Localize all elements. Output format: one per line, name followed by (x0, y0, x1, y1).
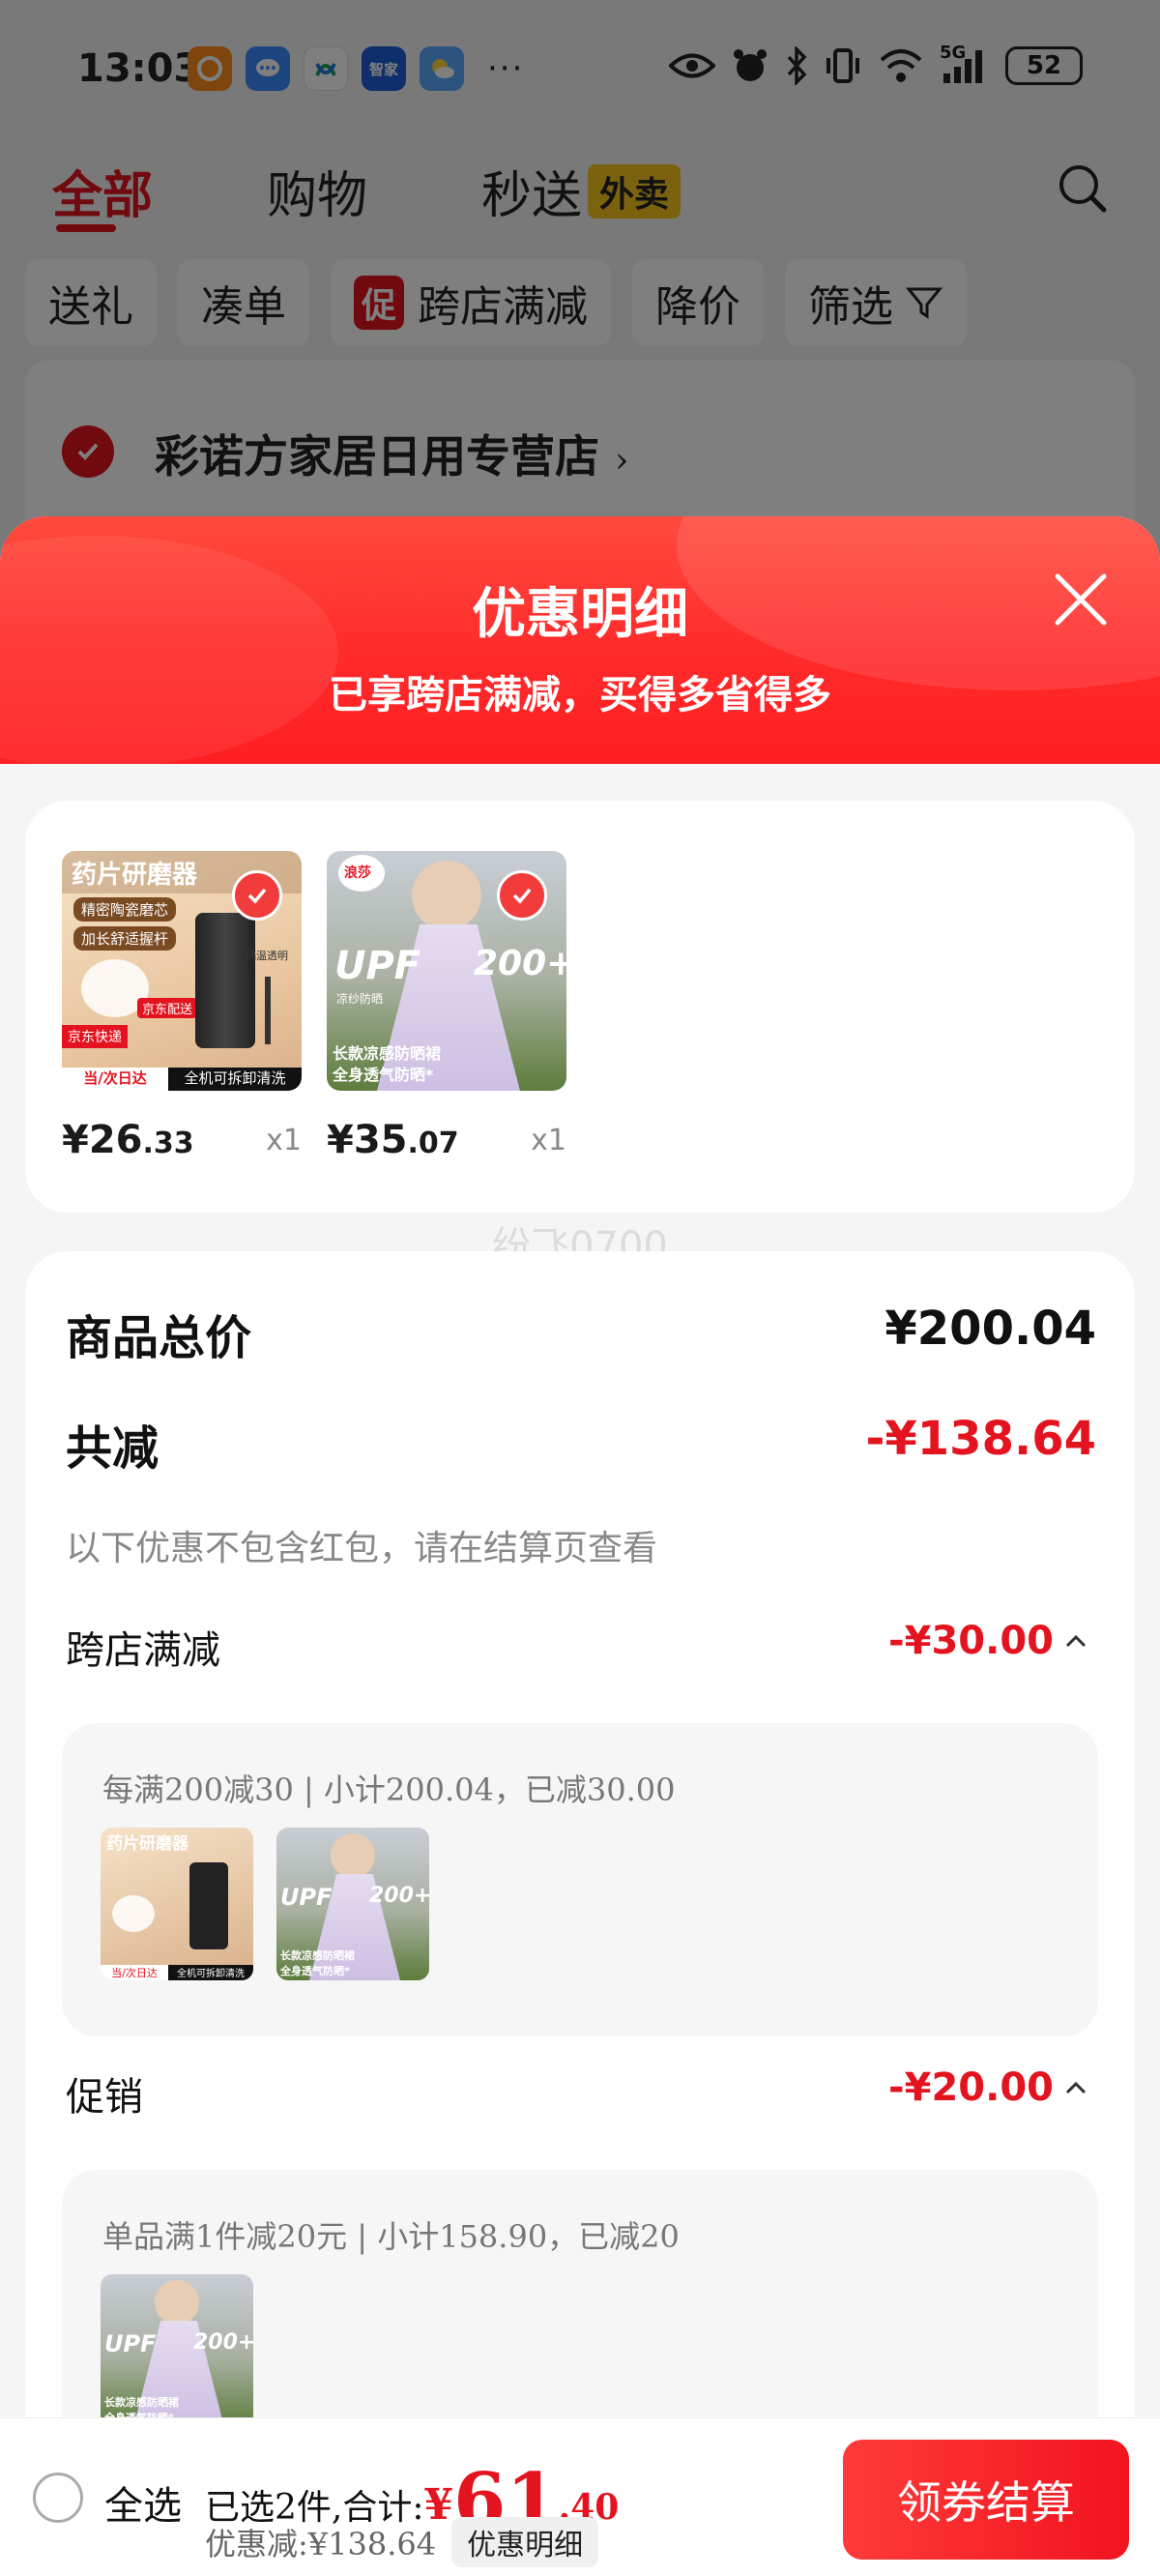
item-checked-icon[interactable] (232, 870, 282, 921)
brand-logo-text: 浪莎 (344, 865, 371, 881)
select-all-label[interactable]: 全选 (104, 2474, 182, 2531)
promotion-amount: -¥20.00 (888, 2065, 1054, 2110)
goods-price-int: ¥26 (62, 1118, 143, 1162)
upf-label: UPF (280, 1884, 333, 1911)
product-image-stamp: 京东配送 (137, 998, 198, 1018)
discount-summary: 优惠减:¥138.64 优惠明细 (205, 2517, 599, 2567)
mini-product-dress: UPF 200+ 长款凉感防晒裙 全身透气防晒* (276, 1828, 429, 1980)
modal-overlay[interactable] (0, 0, 1160, 580)
goods-quantity: x1 (266, 1124, 302, 1157)
item-checked-icon[interactable] (497, 870, 547, 921)
upf-value: 200+ (369, 1884, 429, 1908)
goods-price-dec: .07 (407, 1127, 459, 1160)
goods-price: ¥35.07 (327, 1118, 459, 1162)
product-image-footer: 全机可拆卸清洗 (168, 1068, 302, 1091)
discount-rule-text: 每满200减30 | 小计200.04，已减30.00 (102, 1771, 676, 1808)
mini-image-title: 药片研磨器 (106, 1834, 188, 1854)
product-image-grinder[interactable]: 药片研磨器 精密陶瓷磨芯 加长舒适握杆 京东配送 隔温透明 京东快递 当/次日达… (62, 851, 302, 1091)
cross-store-discount-title: 跨店满减 (66, 1628, 220, 1673)
total-price-value: ¥200.04 (884, 1302, 1096, 1356)
product-image-footer: 全机可拆卸清洗 (168, 1965, 253, 1980)
promotion-rule-text: 单品满1件减20元 | 小计158.90，已减20 (102, 2218, 680, 2255)
checkout-button[interactable]: 领券结算 (843, 2440, 1129, 2560)
upf-label: UPF (334, 944, 421, 988)
reduction-note: 以下优惠不包含红包，请在结算页查看 (66, 1529, 658, 1568)
product-image-footer: 全身透气防晒* (333, 1066, 434, 1084)
product-image-footer: 长款凉感防晒裙 (280, 1949, 355, 1962)
upf-value: 200+ (193, 2330, 253, 2355)
cross-store-discount-detail: 每满200减30 | 小计200.04，已减30.00 药片研磨器 当/次日达 … (62, 1723, 1098, 2036)
product-image-caption: 凉纱防晒 (336, 992, 384, 1006)
grinder-graphic (189, 1862, 228, 1949)
product-image-footer: 长款凉感防晒裙 (104, 2396, 179, 2409)
model-head (331, 1833, 375, 1878)
grinder-graphic (195, 913, 255, 1048)
cross-store-discount-amount: -¥30.00 (888, 1619, 1054, 1663)
cross-store-discount-toggle[interactable]: -¥30.00 (888, 1619, 1088, 1663)
product-image-caption: 加长舒适握杆 (73, 926, 177, 951)
upf-label: UPF (104, 2330, 157, 2357)
sheet-header: 优惠明细 已享跨店满减，买得多省得多 (0, 516, 1160, 764)
jd-express-badge: 京东快递 (62, 1025, 128, 1048)
delivery-badge: 当/次日达 (101, 1965, 168, 1980)
product-image-dress[interactable]: 浪莎 UPF 200+ 凉纱防晒 长款凉感防晒裙 全身透气防晒* (327, 851, 566, 1091)
goods-item[interactable]: 药片研磨器 精密陶瓷磨芯 加长舒适握杆 京东配送 隔温透明 京东快递 当/次日达… (62, 851, 302, 1162)
discount-detail-sheet: 优惠明细 已享跨店满减，买得多省得多 药片研磨器 精密陶瓷磨芯 加长舒适握杆 京… (0, 516, 1160, 2576)
promotion-title: 促销 (66, 2075, 143, 2120)
price-detail-card: 商品总价 ¥200.04 共减 -¥138.64 以下优惠不包含红包，请在结算页… (25, 1251, 1135, 2576)
model-head (155, 2280, 199, 2325)
selected-goods-card: 药片研磨器 精密陶瓷磨芯 加长舒适握杆 京东配送 隔温透明 京东快递 当/次日达… (25, 801, 1135, 1213)
sheet-subtitle: 已享跨店满减，买得多省得多 (329, 672, 831, 717)
total-reduction-value: -¥138.64 (865, 1412, 1096, 1466)
product-image-tag: 隔温透明 (246, 950, 288, 962)
chevron-up-icon (1065, 2081, 1087, 2094)
discount-amount-text: 优惠减:¥138.64 (205, 2526, 437, 2562)
mini-product-grinder: 药片研磨器 当/次日达 全机可拆卸清洗 (101, 1828, 253, 1980)
delivery-badge: 当/次日达 (62, 1068, 168, 1091)
goods-item[interactable]: 浪莎 UPF 200+ 凉纱防晒 长款凉感防晒裙 全身透气防晒* ¥35.07 … (327, 851, 566, 1162)
product-image-footer: 长款凉感防晒裙 (333, 1044, 442, 1063)
product-image-title: 药片研磨器 (72, 861, 198, 890)
close-icon[interactable] (1050, 569, 1112, 630)
stick-graphic (265, 977, 271, 1044)
model-head (412, 861, 481, 930)
total-price-label: 商品总价 (66, 1311, 252, 1365)
select-all-checkbox[interactable] (33, 2473, 83, 2523)
product-image-footer: 全身透气防晒* (280, 1965, 350, 1977)
pill-graphic (112, 1895, 155, 1932)
goods-price-int: ¥35 (327, 1118, 408, 1162)
promotion-toggle[interactable]: -¥20.00 (888, 2065, 1088, 2110)
sheet-title: 优惠明细 (472, 582, 688, 646)
chevron-up-icon (1065, 1634, 1087, 1648)
goods-price: ¥26.33 (62, 1118, 194, 1162)
total-reduction-label: 共减 (66, 1421, 160, 1476)
goods-quantity: x1 (531, 1124, 566, 1157)
mini-product-dress: UPF 200+ 长款凉感防晒裙 全身透气防晒* (101, 2274, 253, 2427)
goods-price-dec: .33 (142, 1127, 194, 1160)
upf-value: 200+ (474, 944, 566, 983)
product-image-caption: 精密陶瓷磨芯 (73, 897, 177, 922)
discount-detail-button[interactable]: 优惠明细 (451, 2517, 599, 2567)
checkout-bar: 全选 已选2件,合计:¥61.40 优惠减:¥138.64 优惠明细 领券结算 (0, 2417, 1160, 2576)
